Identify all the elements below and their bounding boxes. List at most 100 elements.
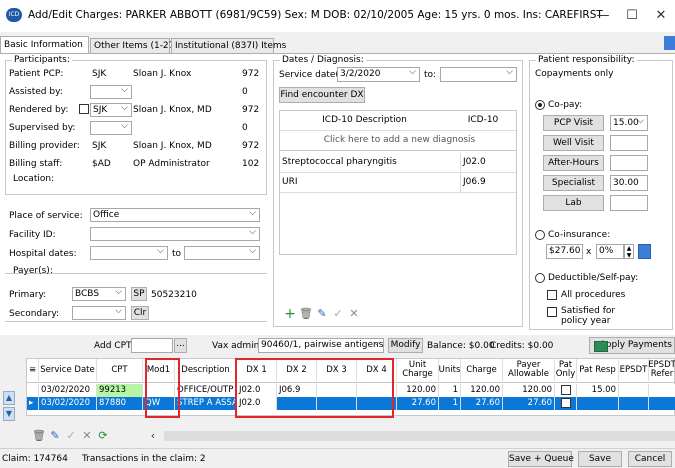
cpt-cell[interactable]: 99213 — [97, 384, 143, 397]
confirm-diagnosis-icon[interactable]: ✓ — [331, 307, 345, 321]
move-row-down-icon[interactable]: ▼ — [3, 407, 15, 421]
confirm-charge-icon[interactable]: ✓ — [64, 429, 78, 443]
description-cell[interactable]: STREP A ASSA — [175, 397, 237, 410]
place-of-service-select[interactable]: Office — [90, 208, 260, 222]
dx-code[interactable]: J06.9 — [460, 173, 517, 192]
assisted-by-select[interactable] — [90, 85, 132, 99]
edit-charge-icon[interactable]: ✎ — [48, 429, 62, 443]
unit-charge-cell[interactable]: 27.60 — [397, 397, 439, 410]
charge-cell[interactable]: 27.60 — [461, 397, 503, 410]
charge-cell[interactable]: 120.00 — [461, 384, 503, 397]
after-hours-amount[interactable] — [610, 155, 648, 171]
primary-payer-select[interactable]: BCBS — [72, 287, 126, 301]
hospital-date-to[interactable] — [184, 246, 260, 260]
description-cell[interactable]: OFFICE/OUTP — [175, 384, 237, 397]
cpt-cell[interactable]: 87880 — [97, 397, 143, 410]
browse-cpt-button[interactable]: ... — [174, 338, 187, 353]
pat-only-cell[interactable] — [555, 397, 577, 410]
satisfied-checkbox[interactable] — [547, 307, 557, 317]
service-date-from[interactable]: 3/2/2020 — [337, 67, 420, 82]
rendered-by-select[interactable]: SJK — [90, 103, 132, 117]
lab-button[interactable]: Lab — [543, 195, 604, 211]
tab-other-items[interactable]: Other Items (1-27) — [90, 38, 178, 54]
lab-amount[interactable] — [610, 195, 648, 211]
specialist-button[interactable]: Specialist — [543, 175, 604, 191]
cancel-charge-icon[interactable]: ✕ — [80, 429, 94, 443]
specialist-amount[interactable]: 30.00 — [610, 175, 648, 191]
scroll-left-icon[interactable]: ‹ — [146, 429, 160, 443]
unit-charge-cell[interactable]: 120.00 — [397, 384, 439, 397]
row-selector[interactable]: ▸ — [27, 397, 39, 410]
refresh-charges-icon[interactable]: ⟳ — [96, 429, 110, 443]
pat-only-checkbox[interactable] — [561, 385, 571, 395]
allowable-cell[interactable]: 27.60 — [503, 397, 555, 410]
move-row-up-icon[interactable]: ▲ — [3, 391, 15, 405]
hospital-date-from[interactable] — [90, 246, 168, 260]
after-hours-button[interactable]: After-Hours — [543, 155, 604, 171]
save-button[interactable]: Save — [578, 451, 622, 467]
add-diagnosis-icon[interactable]: + — [283, 307, 297, 321]
coinsurance-amount[interactable]: $27.60 — [546, 244, 583, 259]
dx-code[interactable]: J02.0 — [460, 153, 517, 172]
horizontal-scrollbar[interactable] — [164, 431, 675, 441]
credits-text: Credits: $0.00 — [490, 341, 554, 351]
secondary-payer-select[interactable] — [72, 306, 126, 320]
pat-resp-cell[interactable]: 15.00 — [577, 384, 619, 397]
service-date-to[interactable] — [440, 67, 517, 82]
pat-only-cell[interactable] — [555, 384, 577, 397]
deductible-radio[interactable] — [535, 273, 545, 283]
rendered-by-checkbox[interactable] — [79, 104, 89, 114]
primary-payer-code-button[interactable]: SP — [131, 287, 147, 301]
vax-admin-select[interactable]: 90460/1, pairwise antigens — [258, 338, 384, 353]
help-icon[interactable] — [664, 36, 675, 50]
coinsurance-radio[interactable] — [535, 230, 545, 240]
epsdt-refer-cell[interactable] — [649, 384, 675, 397]
pat-resp-cell[interactable] — [577, 397, 619, 410]
tab-institutional-items[interactable]: Institutional (837I) Items — [171, 38, 286, 54]
well-visit-amount[interactable] — [610, 135, 648, 151]
add-diagnosis-row[interactable]: Click here to add a new diagnosis — [280, 131, 516, 151]
minimize-button[interactable]: — — [588, 6, 618, 26]
calculator-icon[interactable] — [638, 244, 651, 259]
row-selector[interactable] — [27, 384, 39, 397]
add-cpt-input[interactable] — [131, 338, 173, 353]
edit-diagnosis-icon[interactable]: ✎ — [315, 307, 329, 321]
copay-radio[interactable] — [535, 100, 545, 110]
diagnosis-row[interactable]: Streptococcal pharyngitis J02.0 — [280, 153, 516, 173]
epsdt-cell[interactable] — [619, 384, 649, 397]
well-visit-button[interactable]: Well Visit — [543, 135, 604, 151]
units-cell[interactable]: 1 — [439, 384, 461, 397]
units-cell[interactable]: 1 — [439, 397, 461, 410]
percent-spinner-icon[interactable]: ▲ ▼ — [624, 244, 634, 259]
close-button[interactable]: ✕ — [646, 6, 675, 26]
save-queue-button[interactable]: Save + Queue — [508, 451, 574, 467]
allowable-cell[interactable]: 120.00 — [503, 384, 555, 397]
diagnosis-row[interactable]: URI J06.9 — [280, 173, 516, 193]
window-title: Add/Edit Charges: PARKER ABBOTT (6981/9C… — [28, 9, 603, 21]
modify-button[interactable]: Modify — [388, 338, 423, 353]
delete-diagnosis-icon[interactable]: 🗑 — [299, 307, 313, 321]
cancel-button[interactable]: Cancel — [628, 451, 672, 467]
add-diagnosis-hint[interactable]: Click here to add a new diagnosis — [280, 131, 517, 150]
dx-description[interactable]: Streptococcal pharyngitis — [280, 153, 460, 172]
pat-only-checkbox[interactable] — [561, 398, 571, 408]
pcp-visit-button[interactable]: PCP Visit — [543, 115, 604, 131]
dx-description[interactable]: URI — [280, 173, 460, 192]
epsdt-cell[interactable] — [619, 397, 649, 410]
pcp-visit-amount[interactable]: 15.00 — [610, 115, 648, 131]
service-date-cell[interactable]: 03/02/2020 — [39, 397, 97, 410]
supervised-by-select[interactable] — [90, 121, 132, 135]
service-date-cell[interactable]: 03/02/2020 — [39, 384, 97, 397]
all-procedures-checkbox[interactable] — [547, 290, 557, 300]
billing-staff-label: Billing staff: — [9, 159, 63, 169]
delete-charge-icon[interactable]: 🗑 — [32, 429, 46, 443]
cancel-diagnosis-icon[interactable]: ✕ — [347, 307, 361, 321]
find-encounter-dx-button[interactable]: Find encounter DX — [279, 87, 365, 103]
coinsurance-percent[interactable]: 0% — [596, 244, 624, 259]
clear-secondary-button[interactable]: Clr — [131, 306, 149, 320]
apply-payments-button[interactable]: Apply Payments — [589, 337, 675, 354]
epsdt-refer-cell[interactable] — [649, 397, 675, 410]
tab-basic-information[interactable]: Basic Information — [0, 36, 89, 54]
maximize-button[interactable]: ☐ — [617, 6, 647, 26]
facility-id-select[interactable] — [90, 227, 260, 241]
